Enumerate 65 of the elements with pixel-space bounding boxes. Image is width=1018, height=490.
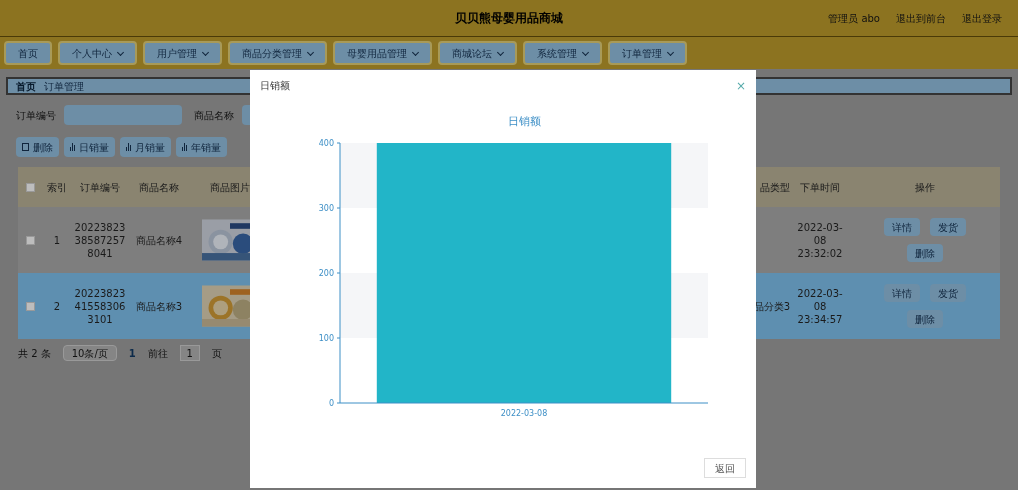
- table-cell-text: 1: [52, 233, 62, 248]
- total-count: 共 2 条: [18, 346, 51, 361]
- table-cell-text: 20223823415583063101: [73, 286, 127, 326]
- row-checkbox[interactable]: [25, 235, 35, 245]
- x-tick-label: 2022-03-08: [500, 409, 548, 418]
- close-button[interactable]: ×: [735, 79, 746, 92]
- row-action-button[interactable]: 详情: [884, 218, 920, 236]
- table-cell-text: 2: [52, 299, 62, 314]
- bar-chart-icon: [126, 143, 131, 151]
- column-header: 下单时间: [799, 180, 841, 195]
- breadcrumb-item[interactable]: 订单管理: [44, 78, 84, 94]
- nav-tab[interactable]: 商品分类管理: [228, 41, 327, 65]
- y-tick-label: 300: [318, 204, 334, 213]
- nav-tab[interactable]: 母婴用品管理: [333, 41, 432, 65]
- chart-title: 日销额: [507, 115, 541, 128]
- field-label: 商品名称: [194, 108, 234, 123]
- column-header: 索引: [46, 180, 68, 195]
- header-link[interactable]: 退出到前台: [896, 10, 946, 26]
- chart-button[interactable]: 日销量: [64, 137, 115, 157]
- column-header: 品类型: [759, 180, 790, 195]
- column-header: 操作: [914, 180, 936, 195]
- user-name: 管理员 abo: [828, 11, 880, 26]
- goto-label: 前往: [147, 346, 168, 361]
- dialog-title: 日销额: [260, 79, 290, 93]
- nav-tab[interactable]: 系统管理: [523, 41, 602, 65]
- row-action-button[interactable]: 删除: [907, 310, 943, 328]
- chart-button[interactable]: 年销量: [176, 137, 227, 157]
- delete-button[interactable]: 删除: [16, 137, 59, 157]
- row-action-button[interactable]: 发货: [930, 218, 966, 236]
- column-header: 商品名称: [138, 180, 180, 195]
- y-tick-label: 200: [318, 269, 334, 278]
- page-size-select[interactable]: 10条/页: [62, 345, 117, 361]
- row-action-button[interactable]: 发货: [930, 284, 966, 302]
- bar-chart-icon: [70, 143, 75, 151]
- search-field[interactable]: [64, 105, 182, 125]
- nav-tab[interactable]: 商城论坛: [438, 41, 517, 65]
- column-header: 商品图片: [209, 180, 251, 195]
- table-cell-text: 2022-03-08 23:34:57: [796, 286, 844, 326]
- table-cell-text: 20223823385872578041: [73, 220, 127, 260]
- site-title: 贝贝熊母婴用品商城: [455, 10, 563, 27]
- return-button[interactable]: 返回: [704, 458, 746, 478]
- nav-tab[interactable]: 个人中心: [58, 41, 137, 65]
- page-input[interactable]: 1: [179, 345, 200, 361]
- bar-chart-icon: [182, 143, 187, 151]
- page-number[interactable]: 1: [128, 345, 136, 361]
- page-unit: 页: [211, 346, 222, 361]
- nav-tab[interactable]: 用户管理: [143, 41, 222, 65]
- chart-button[interactable]: 月销量: [120, 137, 171, 157]
- select-all-checkbox[interactable]: [25, 182, 35, 192]
- table-cell-text: 2022-03-08 23:32:02: [796, 220, 844, 260]
- y-tick-label: 100: [318, 334, 334, 343]
- breadcrumb-item[interactable]: 首页: [16, 78, 36, 94]
- column-header: 订单编号: [79, 180, 121, 195]
- row-action-button[interactable]: 详情: [884, 284, 920, 302]
- trash-icon: [22, 143, 29, 151]
- nav-tab[interactable]: 首页: [4, 41, 52, 65]
- table-cell-text: 商品名称4: [134, 233, 184, 248]
- y-tick-label: 0: [328, 399, 334, 408]
- field-label: 订单编号: [16, 108, 56, 123]
- row-checkbox[interactable]: [25, 301, 35, 311]
- y-tick-label: 400: [318, 139, 334, 148]
- row-action-button[interactable]: 删除: [907, 244, 943, 262]
- nav-tab[interactable]: 订单管理: [608, 41, 687, 65]
- header-link[interactable]: 退出登录: [962, 10, 1002, 26]
- table-cell-text: 商品名称3: [134, 299, 184, 314]
